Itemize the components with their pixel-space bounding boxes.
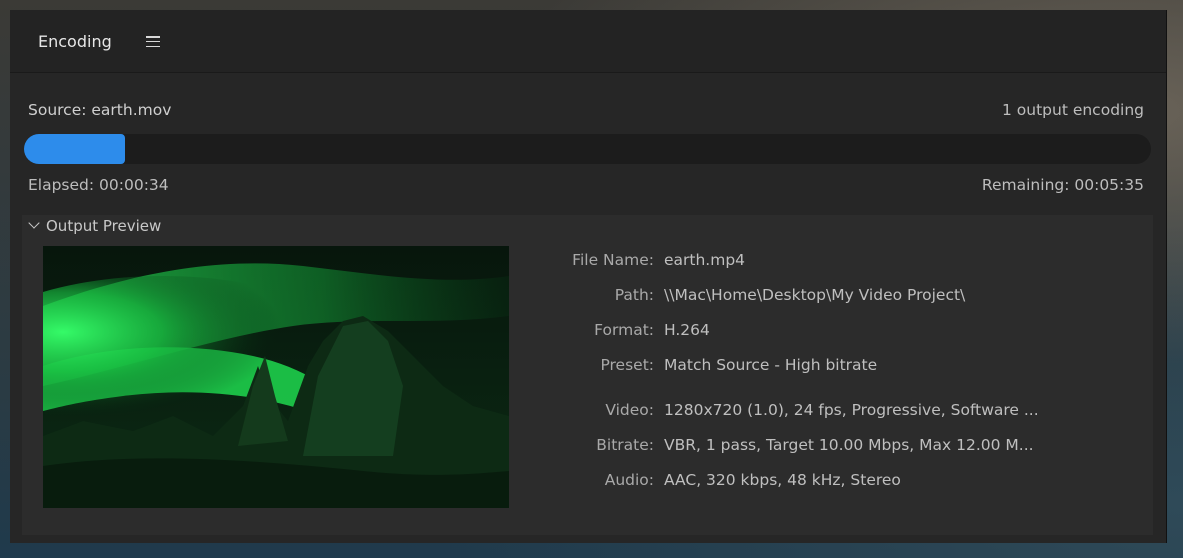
property-value[interactable]: \\Mac\Home\Desktop\My Video Project\ — [664, 286, 1134, 304]
property-audio: Audio: AAC, 320 kbps, 48 kHz, Stereo — [534, 465, 1144, 500]
output-preview-toggle[interactable]: Output Preview — [28, 217, 162, 235]
property-label: File Name: — [572, 251, 654, 269]
property-label: Format: — [594, 321, 654, 339]
property-label: Path: — [614, 286, 654, 304]
output-properties: File Name: earth.mp4 Path: \\Mac\Home\De… — [534, 245, 1144, 500]
aurora-image — [43, 246, 509, 508]
elapsed-time: Elapsed: 00:00:34 — [28, 176, 169, 194]
property-path: Path: \\Mac\Home\Desktop\My Video Projec… — [534, 280, 1144, 315]
output-count-label: 1 output encoding — [1001, 101, 1144, 119]
property-label: Preset: — [600, 356, 654, 374]
panel-header: Encoding — [10, 10, 1166, 73]
property-label: Audio: — [604, 471, 654, 489]
output-preview-label: Output Preview — [46, 217, 162, 235]
panel-title[interactable]: Encoding — [38, 32, 112, 51]
property-value: 1280x720 (1.0), 24 fps, Progressive, Sof… — [664, 401, 1039, 419]
progress-bar — [24, 134, 1151, 164]
property-file-name: File Name: earth.mp4 — [534, 245, 1144, 280]
source-label: Source: earth.mov — [28, 101, 172, 119]
output-preview-section: Output Preview File Name: earth.mp4 Path… — [22, 215, 1153, 535]
property-label: Video: — [605, 401, 654, 419]
property-value: H.264 — [664, 321, 710, 339]
property-video: Video: 1280x720 (1.0), 24 fps, Progressi… — [534, 395, 1144, 430]
property-value: AAC, 320 kbps, 48 kHz, Stereo — [664, 471, 901, 489]
encoding-body: Source: earth.mov 1 output encoding Elap… — [10, 73, 1166, 543]
property-label: Bitrate: — [596, 436, 654, 454]
property-bitrate: Bitrate: VBR, 1 pass, Target 10.00 Mbps,… — [534, 430, 1144, 465]
property-value[interactable]: earth.mp4 — [664, 251, 1134, 269]
hamburger-menu-icon[interactable] — [146, 36, 160, 48]
remaining-time: Remaining: 00:05:35 — [981, 176, 1144, 194]
property-preset: Preset: Match Source - High bitrate — [534, 350, 1144, 385]
property-value: Match Source - High bitrate — [664, 356, 878, 374]
preview-thumbnail — [43, 246, 509, 508]
encoding-panel: Encoding Source: earth.mov 1 output enco… — [10, 10, 1167, 543]
property-value: VBR, 1 pass, Target 10.00 Mbps, Max 12.0… — [664, 436, 1034, 454]
progress-bar-fill — [24, 134, 126, 164]
chevron-down-icon — [28, 217, 40, 229]
property-format: Format: H.264 — [534, 315, 1144, 350]
